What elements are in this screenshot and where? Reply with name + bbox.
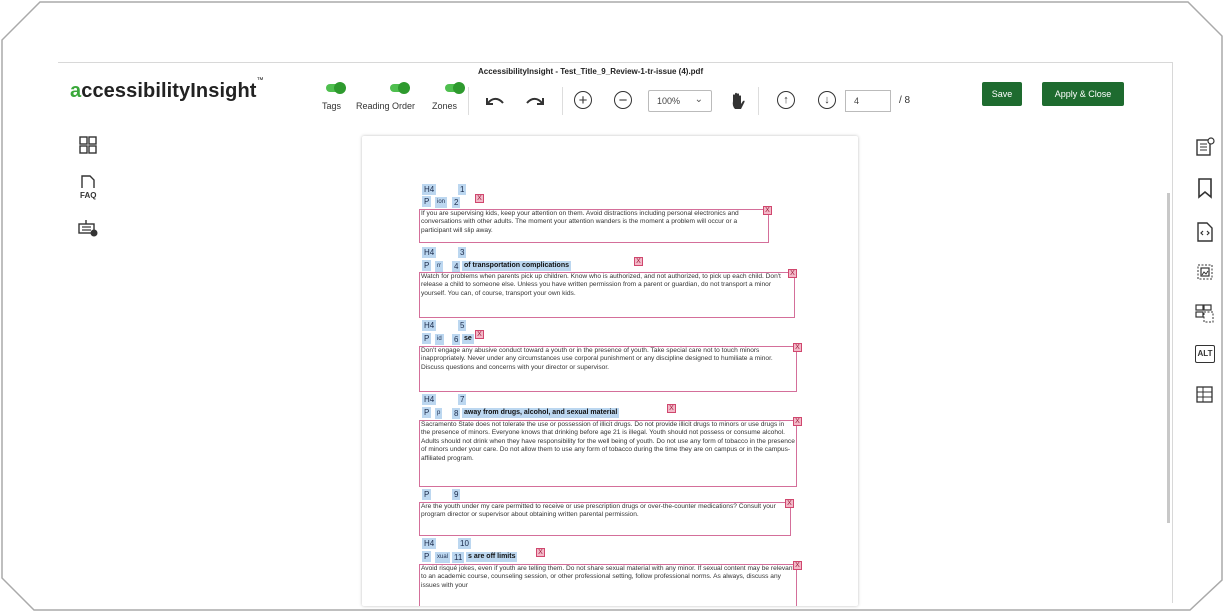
- zones-toggle-label: Zones: [432, 101, 458, 111]
- reading-order-number[interactable]: 1: [458, 184, 467, 195]
- reading-order-number[interactable]: 7: [458, 394, 467, 405]
- tag-p[interactable]: P: [422, 333, 432, 344]
- tags-toggle[interactable]: [326, 82, 346, 94]
- reading-order-number[interactable]: 11: [452, 552, 465, 563]
- remove-zone-icon[interactable]: X: [793, 343, 802, 352]
- zoom-in-icon[interactable]: +: [574, 91, 592, 109]
- table-icon[interactable]: [1195, 385, 1215, 405]
- next-page-icon[interactable]: ↓: [818, 91, 836, 109]
- paragraph-zone[interactable]: Avoid risqué jokes, even if youth are te…: [419, 564, 797, 606]
- tag-p[interactable]: P: [422, 489, 432, 500]
- image-zone-icon[interactable]: [1195, 261, 1215, 281]
- undo-icon[interactable]: [482, 89, 506, 113]
- remove-tag-icon[interactable]: X: [536, 548, 545, 557]
- paragraph-zone[interactable]: Sacramento State does not tolerate the u…: [419, 420, 797, 487]
- tag-h4[interactable]: H4: [422, 538, 437, 549]
- keyboard-settings-icon[interactable]: [78, 217, 100, 239]
- zone-select-icon[interactable]: [1195, 303, 1215, 323]
- remove-zone-icon[interactable]: X: [793, 417, 802, 426]
- tag-p[interactable]: P: [422, 551, 432, 562]
- alt-label: ALT: [1195, 345, 1215, 363]
- paragraph-zone[interactable]: Watch for problems when parents pick up …: [419, 272, 795, 318]
- apply-close-button[interactable]: Apply & Close: [1042, 82, 1124, 106]
- heading-text: away from drugs, alcohol, and sexual mat…: [462, 408, 620, 418]
- tag-h4[interactable]: H4: [422, 247, 437, 258]
- tags-toggle-label: Tags: [322, 101, 342, 111]
- chevron-down-icon: ⌄: [694, 94, 703, 105]
- toolbar-divider: [562, 87, 563, 115]
- save-button[interactable]: Save: [982, 82, 1022, 106]
- toolbar-divider: [468, 87, 469, 115]
- reading-order-number[interactable]: 5: [458, 320, 467, 331]
- paragraph-zone[interactable]: Don't engage any abusive conduct toward …: [419, 346, 797, 392]
- tag-p[interactable]: P: [422, 407, 432, 418]
- properties-icon[interactable]: [1195, 137, 1215, 157]
- reading-order-number[interactable]: 4: [452, 261, 461, 272]
- reading-order-number[interactable]: 3: [458, 247, 467, 258]
- tag-h4[interactable]: H4: [422, 394, 437, 405]
- remove-tag-icon[interactable]: X: [475, 330, 484, 339]
- reading-order-toggle[interactable]: [390, 82, 410, 94]
- code-icon[interactable]: [1195, 221, 1215, 242]
- paragraph-zone[interactable]: Are the youth under my care permitted to…: [419, 502, 791, 536]
- document-title: AccessibilityInsight - Test_Title_9_Revi…: [478, 67, 704, 76]
- remove-zone-icon[interactable]: X: [788, 269, 797, 278]
- right-panel-scrollbar[interactable]: [1167, 193, 1170, 523]
- page-total: / 8: [899, 95, 911, 106]
- heading-fragment: rr: [435, 261, 443, 272]
- heading-fragment: p: [435, 408, 443, 419]
- reading-order-number[interactable]: 8: [452, 408, 461, 419]
- previous-page-icon[interactable]: ↑: [777, 91, 795, 109]
- zones-toggle[interactable]: [445, 82, 465, 94]
- faq-icon[interactable]: FAQ: [78, 175, 100, 200]
- reading-order-number[interactable]: 2: [452, 197, 461, 208]
- tag-p[interactable]: P: [422, 196, 432, 207]
- tag-p[interactable]: P: [422, 260, 432, 271]
- tag-h4[interactable]: H4: [422, 320, 437, 331]
- remove-zone-icon[interactable]: X: [785, 499, 794, 508]
- alt-text-icon[interactable]: ALT: [1195, 345, 1215, 365]
- reading-order-number[interactable]: 10: [458, 538, 471, 549]
- remove-tag-icon[interactable]: X: [634, 257, 643, 266]
- grid-view-icon[interactable]: [78, 135, 100, 157]
- reading-order-number[interactable]: 9: [452, 489, 461, 500]
- remove-zone-icon[interactable]: X: [763, 206, 772, 215]
- heading-fragment: xual: [435, 552, 451, 563]
- page-number-input[interactable]: 4: [845, 90, 891, 112]
- paragraph-zone[interactable]: If you are supervising kids, keep your a…: [419, 209, 769, 243]
- zoom-value: 100%: [657, 96, 681, 106]
- pdf-page[interactable]: H4 1 P ion 2 X If you are supervising ki…: [362, 136, 858, 606]
- remove-tag-icon[interactable]: X: [667, 404, 676, 413]
- heading-text: of transportation complications: [462, 261, 572, 271]
- remove-zone-icon[interactable]: X: [793, 561, 802, 570]
- heading-text: se: [462, 334, 474, 344]
- remove-tag-icon[interactable]: X: [475, 194, 484, 203]
- toolbar-divider: [758, 87, 759, 115]
- redo-icon[interactable]: [524, 89, 548, 113]
- heading-text: s are off limits: [466, 552, 518, 562]
- pan-hand-icon[interactable]: [726, 89, 750, 113]
- reading-order-number[interactable]: 6: [452, 334, 461, 345]
- heading-fragment: ion: [435, 197, 448, 208]
- zoom-select[interactable]: 100% ⌄: [648, 90, 712, 112]
- zoom-out-icon[interactable]: −: [614, 91, 632, 109]
- faq-label: FAQ: [80, 191, 97, 200]
- heading-fragment: id: [435, 334, 444, 345]
- bookmark-icon[interactable]: [1195, 177, 1215, 199]
- app-logo: accessibilityInsight™: [70, 77, 264, 102]
- reading-order-toggle-label: Reading Order: [356, 101, 416, 111]
- tag-h4[interactable]: H4: [422, 184, 437, 195]
